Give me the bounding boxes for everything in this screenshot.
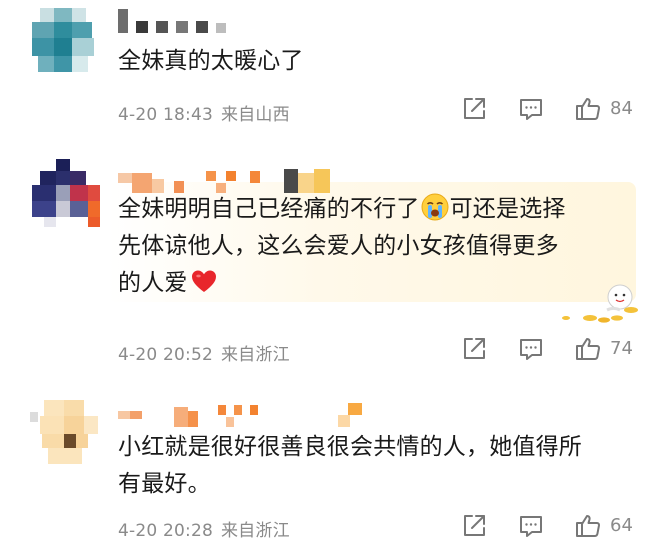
reply-icon	[520, 339, 542, 360]
like-button[interactable]	[574, 512, 602, 540]
comment-time: 4-20 20:28	[118, 521, 213, 541]
comment-text-line: 全妹明明自己已经痛的不行了 可还是选择	[118, 191, 632, 228]
reply-button[interactable]	[517, 335, 545, 363]
comment-time: 4-20 20:52	[118, 345, 213, 365]
comment-text: 小红就是很好很善良很会共情的人，她值得所 有最好。	[118, 429, 632, 503]
comment-item: 全妹真的太暖心了 4-20 18:43 来自山西 84	[0, 0, 660, 126]
crying-face-emoji	[421, 193, 449, 221]
share-button[interactable]	[460, 335, 488, 363]
like-button[interactable]	[574, 335, 602, 363]
comment-location: 来自浙江	[220, 345, 290, 365]
like-icon	[576, 338, 600, 360]
cartoon-decoration-icon	[562, 284, 638, 323]
like-count: 84	[610, 98, 633, 119]
comment-location: 来自浙江	[220, 521, 290, 541]
comment-meta: 4-20 20:52 来自浙江	[118, 340, 290, 365]
like-icon	[576, 515, 600, 537]
like-button[interactable]	[574, 95, 602, 123]
like-count: 74	[610, 338, 633, 359]
share-button[interactable]	[460, 512, 488, 540]
reply-icon	[520, 516, 542, 537]
username-censored[interactable]	[118, 9, 278, 33]
comment-location: 来自山西	[220, 105, 290, 125]
avatar[interactable]	[30, 157, 102, 229]
reply-icon	[520, 99, 542, 120]
comment-item: 全妹明明自己已经痛的不行了 可还是选择 先体谅他人，这么会爱人的小女孩值得更多 的…	[0, 152, 660, 372]
reply-button[interactable]	[517, 512, 545, 540]
comment-text: 全妹真的太暖心了	[118, 48, 304, 74]
red-heart-emoji	[191, 270, 216, 292]
comment-time: 4-20 18:43	[118, 105, 213, 125]
like-count: 64	[610, 515, 633, 536]
share-icon	[464, 338, 485, 359]
comment-text-line: 有最好。	[118, 471, 211, 497]
comment-text-line: 小红就是很好很善良很会共情的人，她值得所	[118, 434, 582, 460]
share-icon	[464, 515, 485, 536]
username-censored[interactable]	[118, 169, 348, 193]
share-button[interactable]	[460, 95, 488, 123]
comment-text-line: 先体谅他人，这么会爱人的小女孩值得更多	[118, 233, 559, 259]
share-icon	[464, 98, 485, 119]
comment-meta: 4-20 18:43 来自山西	[118, 100, 290, 125]
comment-text: 全妹明明自己已经痛的不行了 可还是选择 先体谅他人，这么会爱人的小女孩值得更多 的…	[118, 191, 632, 302]
comment-text-line: 的人爱	[118, 265, 632, 302]
comment-meta: 4-20 20:28 来自浙江	[118, 516, 290, 541]
reply-button[interactable]	[517, 95, 545, 123]
avatar[interactable]	[30, 6, 102, 78]
avatar[interactable]	[30, 396, 102, 468]
like-icon	[576, 98, 600, 120]
comment-item: 小红就是很好很善良很会共情的人，她值得所 有最好。 4-20 20:28 来自浙江…	[0, 392, 660, 548]
username-censored[interactable]	[118, 403, 368, 427]
